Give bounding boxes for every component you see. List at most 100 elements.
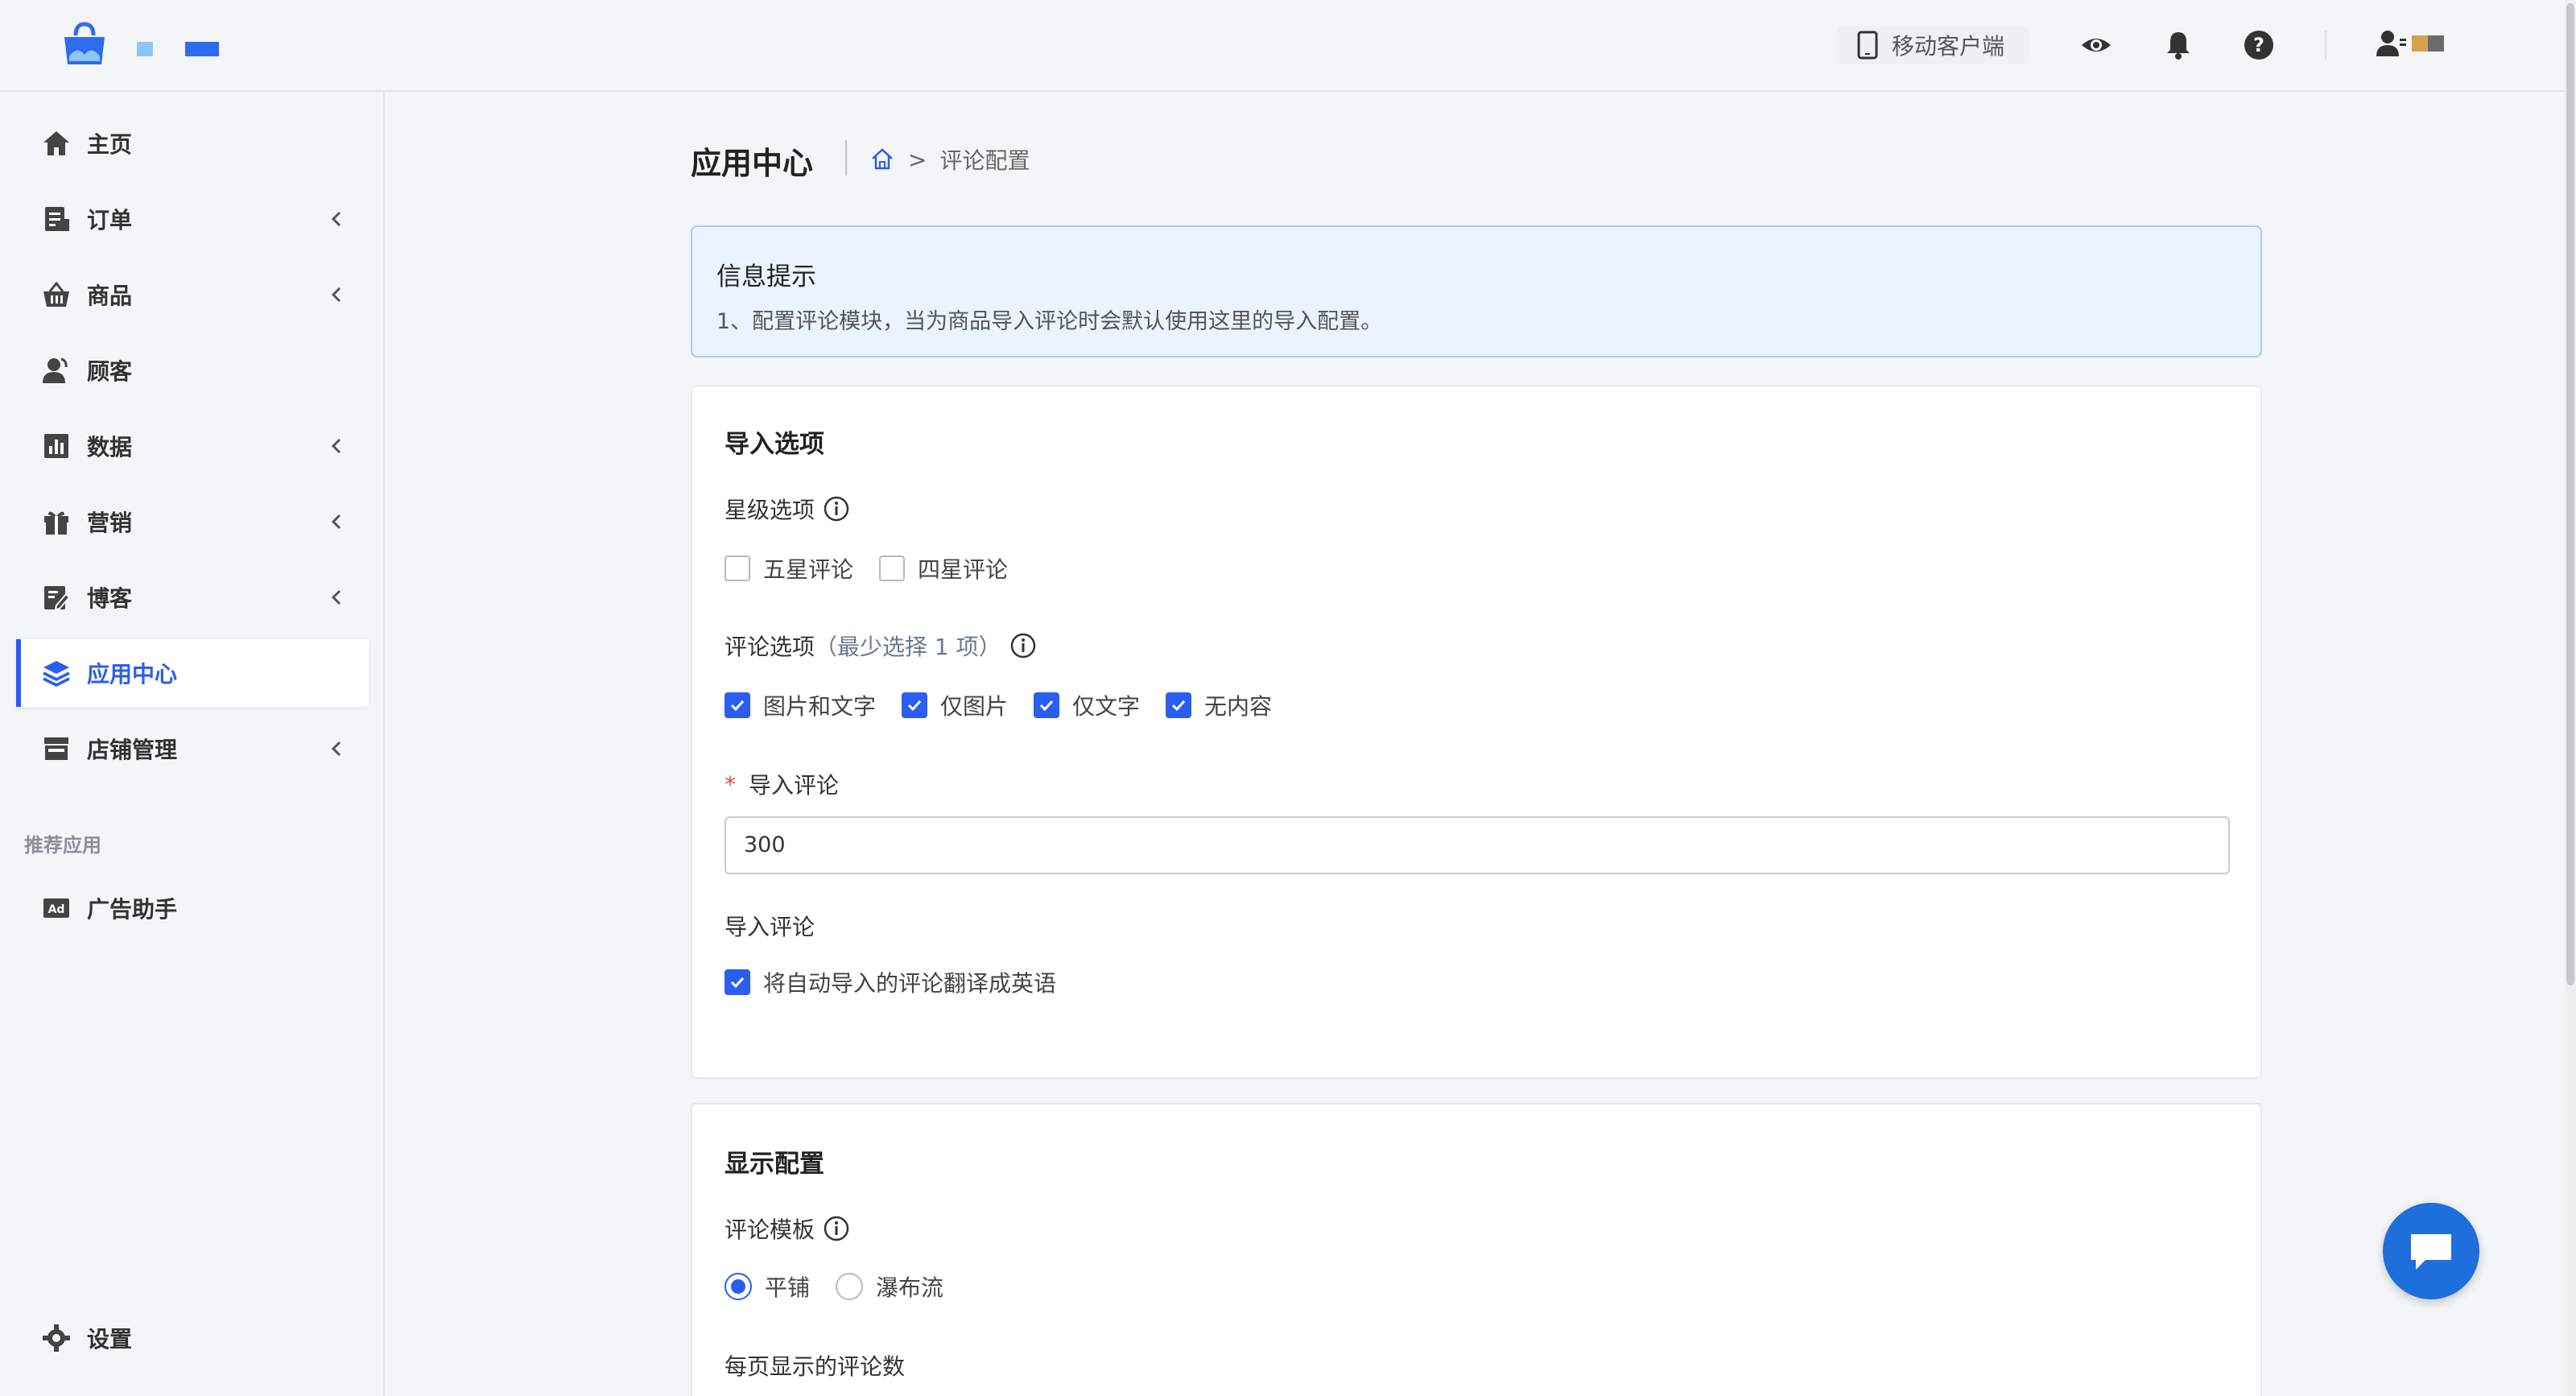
header-divider xyxy=(2325,31,2326,60)
sidebar-item-label: 营销 xyxy=(87,510,133,536)
user-menu[interactable] xyxy=(2375,27,2444,60)
template-text: 评论模板 xyxy=(724,1216,815,1243)
chevron-left-icon xyxy=(331,514,341,530)
template-radio-group: 平铺 瀑布流 xyxy=(724,1270,943,1303)
check-icon xyxy=(1039,700,1054,712)
waterfall-radio[interactable] xyxy=(836,1273,864,1300)
sidebar-item-store-management[interactable]: 店铺管理 xyxy=(16,715,369,783)
image-and-text-checkbox[interactable] xyxy=(724,692,750,718)
image-only-checkbox[interactable] xyxy=(902,692,928,718)
breadcrumb-current: 评论配置 xyxy=(939,147,1030,174)
help-icon[interactable]: ? xyxy=(2243,29,2275,61)
waterfall-option[interactable]: 瀑布流 xyxy=(836,1270,943,1303)
top-bar: 移动客户端 ? xyxy=(0,0,2576,92)
review-options-group: 图片和文字 仅图片 仅文字 无内容 xyxy=(724,689,1272,721)
four-star-label: 四星评论 xyxy=(918,556,1009,583)
mobile-client-label: 移动客户端 xyxy=(1892,33,2005,60)
image-only-option[interactable]: 仅图片 xyxy=(902,689,1008,721)
chevron-left-icon xyxy=(331,589,341,605)
chevron-left-icon xyxy=(331,438,341,454)
sidebar-item-app-center[interactable]: 应用中心 xyxy=(16,639,369,707)
info-box: 信息提示 1、配置评论模块，当为商品导入评论时会默认使用这里的导入配置。 xyxy=(691,225,2262,357)
star-options-label: 星级选项 xyxy=(724,493,850,525)
gift-icon xyxy=(40,506,72,538)
no-content-checkbox[interactable] xyxy=(1166,692,1192,718)
image-and-text-label: 图片和文字 xyxy=(763,693,877,720)
title-divider xyxy=(845,140,847,176)
star-options-group: 五星评论 四星评论 xyxy=(724,552,1008,584)
star-options-text: 星级选项 xyxy=(724,497,815,523)
five-star-checkbox[interactable] xyxy=(724,556,750,581)
sidebar-item-label: 数据 xyxy=(87,434,133,461)
review-options-label: 评论选项 （最少选择 1 项） xyxy=(724,630,1037,662)
sidebar-item-data[interactable]: 数据 xyxy=(16,412,369,480)
check-icon xyxy=(730,700,745,712)
image-and-text-option[interactable]: 图片和文字 xyxy=(724,689,876,721)
scrollbar-thumb[interactable] xyxy=(2566,3,2574,985)
sidebar-item-orders[interactable]: 订单 xyxy=(16,185,369,253)
info-icon[interactable] xyxy=(1009,632,1037,659)
bell-icon[interactable] xyxy=(2162,29,2194,61)
store-logo-icon[interactable] xyxy=(61,19,108,68)
mobile-client-button[interactable]: 移动客户端 xyxy=(1837,26,2029,64)
sidebar-item-label: 店铺管理 xyxy=(87,737,178,763)
chat-button[interactable] xyxy=(2383,1203,2479,1299)
display-config-title: 显示配置 xyxy=(724,1150,824,1179)
ad-icon: Ad xyxy=(40,892,72,924)
five-star-label: 五星评论 xyxy=(763,556,854,583)
svg-text:?: ? xyxy=(2253,34,2264,56)
sidebar-item-label: 订单 xyxy=(87,207,133,233)
user-icon xyxy=(2376,31,2406,56)
translate-checkbox[interactable] xyxy=(724,969,750,995)
check-icon xyxy=(1171,700,1186,712)
user-icon xyxy=(40,354,72,386)
brand-mark-light xyxy=(137,42,153,56)
no-content-option[interactable]: 无内容 xyxy=(1166,689,1272,721)
sidebar-item-label: 设置 xyxy=(87,1326,133,1353)
sidebar-item-customers[interactable]: 顾客 xyxy=(16,337,369,404)
import-count-label: * 导入评论 xyxy=(724,768,839,800)
text-only-option[interactable]: 仅文字 xyxy=(1034,689,1140,721)
image-only-label: 仅图片 xyxy=(940,693,1009,720)
sidebar-item-label: 博客 xyxy=(87,585,133,612)
orders-icon xyxy=(40,203,72,235)
sidebar-item-settings[interactable]: 设置 xyxy=(16,1304,369,1372)
language-flag[interactable] xyxy=(2412,35,2444,52)
brand-mark-dark xyxy=(185,42,219,56)
display-config-card: 显示配置 评论模板 平铺 瀑布流 每页显示的评论数 xyxy=(691,1103,2262,1396)
translate-option[interactable]: 将自动导入的评论翻译成英语 xyxy=(724,966,1056,998)
edit-icon xyxy=(40,581,72,613)
sidebar-item-products[interactable]: 商品 xyxy=(16,261,369,328)
sidebar-item-blog[interactable]: 博客 xyxy=(16,564,369,631)
check-icon xyxy=(730,977,745,989)
breadcrumb: > 评论配置 xyxy=(869,143,1030,176)
eye-icon[interactable] xyxy=(2080,29,2112,61)
home-icon xyxy=(40,127,72,159)
phone-icon xyxy=(1857,31,1878,60)
info-icon[interactable] xyxy=(823,1215,850,1242)
required-asterisk: * xyxy=(724,770,736,798)
sidebar-item-label: 广告助手 xyxy=(87,896,178,923)
gear-icon xyxy=(40,1322,72,1354)
home-icon[interactable] xyxy=(869,147,895,172)
sidebar-item-marketing[interactable]: 营销 xyxy=(16,488,369,556)
four-star-checkbox[interactable] xyxy=(879,556,906,581)
import-count-input[interactable]: 300 xyxy=(724,816,2230,874)
four-star-option[interactable]: 四星评论 xyxy=(879,552,1008,584)
tile-option[interactable]: 平铺 xyxy=(724,1270,810,1303)
template-label: 评论模板 xyxy=(724,1212,850,1245)
breadcrumb-separator: > xyxy=(908,146,927,173)
text-only-checkbox[interactable] xyxy=(1034,692,1060,718)
tile-radio[interactable] xyxy=(724,1273,752,1300)
tile-label: 平铺 xyxy=(765,1274,811,1301)
five-star-option[interactable]: 五星评论 xyxy=(724,552,853,584)
info-icon[interactable] xyxy=(823,495,850,522)
sidebar-item-ad-helper[interactable]: Ad 广告助手 xyxy=(16,874,369,942)
sidebar-item-home[interactable]: 主页 xyxy=(16,109,369,177)
info-title: 信息提示 xyxy=(716,262,816,291)
check-icon xyxy=(907,700,922,712)
sidebar-item-label: 商品 xyxy=(87,283,133,309)
svg-text:Ad: Ad xyxy=(48,903,65,916)
basket-icon xyxy=(40,279,72,311)
page-title: 应用中心 xyxy=(691,146,814,181)
